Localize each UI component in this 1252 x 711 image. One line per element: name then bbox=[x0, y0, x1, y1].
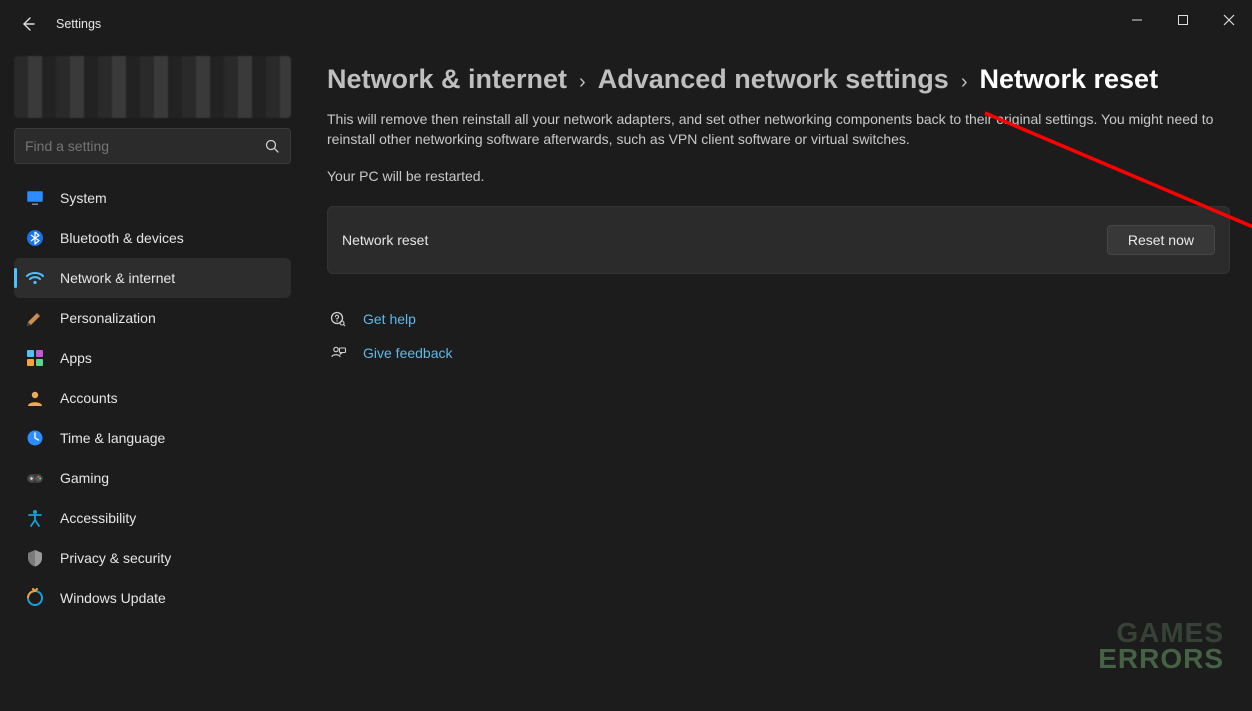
network-reset-card: Network reset Reset now bbox=[327, 206, 1230, 274]
personalization-icon bbox=[24, 307, 46, 329]
give-feedback-row: Give feedback bbox=[327, 336, 1230, 370]
breadcrumb-advanced-network-settings[interactable]: Advanced network settings bbox=[598, 64, 949, 95]
watermark-line1: GAMES bbox=[1098, 620, 1224, 647]
sidebar-item-system[interactable]: System bbox=[14, 178, 291, 218]
sidebar-item-label: Apps bbox=[60, 350, 283, 366]
sidebar-item-time-language[interactable]: Time & language bbox=[14, 418, 291, 458]
user-profile[interactable] bbox=[14, 56, 291, 118]
chevron-right-icon: › bbox=[955, 71, 974, 94]
minimize-icon bbox=[1131, 14, 1143, 26]
window-controls bbox=[1114, 0, 1252, 40]
sidebar-item-label: Privacy & security bbox=[60, 550, 283, 566]
maximize-button[interactable] bbox=[1160, 4, 1206, 36]
sidebar-item-label: Network & internet bbox=[60, 270, 283, 286]
maximize-icon bbox=[1177, 14, 1189, 26]
reset-now-button[interactable]: Reset now bbox=[1107, 225, 1215, 255]
back-button[interactable] bbox=[12, 8, 44, 40]
help-icon bbox=[327, 308, 349, 330]
accessibility-icon bbox=[24, 507, 46, 529]
card-title: Network reset bbox=[342, 232, 1107, 248]
breadcrumb: Network & internet › Advanced network se… bbox=[327, 64, 1230, 95]
sidebar-item-accessibility[interactable]: Accessibility bbox=[14, 498, 291, 538]
description-text: This will remove then reinstall all your… bbox=[327, 109, 1227, 150]
sidebar-item-gaming[interactable]: Gaming bbox=[14, 458, 291, 498]
breadcrumb-network-internet[interactable]: Network & internet bbox=[327, 64, 567, 95]
watermark: GAMES ERRORS bbox=[1098, 620, 1224, 673]
privacy-icon bbox=[24, 547, 46, 569]
get-help-row: Get help bbox=[327, 302, 1230, 336]
help-links: Get help Give feedback bbox=[327, 302, 1230, 370]
nav-list: System Bluetooth & devices Network & int… bbox=[8, 178, 297, 618]
sidebar-item-accounts[interactable]: Accounts bbox=[14, 378, 291, 418]
sidebar-item-label: Time & language bbox=[60, 430, 283, 446]
wifi-icon bbox=[24, 267, 46, 289]
minimize-button[interactable] bbox=[1114, 4, 1160, 36]
settings-window: Settings bbox=[0, 0, 1252, 711]
sidebar-item-windows-update[interactable]: Windows Update bbox=[14, 578, 291, 618]
system-icon bbox=[24, 187, 46, 209]
close-button[interactable] bbox=[1206, 4, 1252, 36]
restart-note: Your PC will be restarted. bbox=[327, 168, 1230, 184]
search-icon bbox=[264, 138, 280, 154]
close-icon bbox=[1223, 14, 1235, 26]
sidebar-item-label: Bluetooth & devices bbox=[60, 230, 283, 246]
app-title: Settings bbox=[56, 17, 101, 31]
chevron-right-icon: › bbox=[573, 71, 592, 94]
titlebar: Settings bbox=[0, 0, 1252, 48]
sidebar-item-label: Personalization bbox=[60, 310, 283, 326]
give-feedback-link[interactable]: Give feedback bbox=[363, 345, 453, 361]
sidebar-item-bluetooth[interactable]: Bluetooth & devices bbox=[14, 218, 291, 258]
sidebar-item-label: System bbox=[60, 190, 283, 206]
feedback-icon bbox=[327, 342, 349, 364]
update-icon bbox=[24, 587, 46, 609]
sidebar-item-apps[interactable]: Apps bbox=[14, 338, 291, 378]
sidebar-item-label: Accounts bbox=[60, 390, 283, 406]
search-input[interactable] bbox=[25, 138, 264, 154]
bluetooth-icon bbox=[24, 227, 46, 249]
search-box[interactable] bbox=[14, 128, 291, 164]
sidebar-item-personalization[interactable]: Personalization bbox=[14, 298, 291, 338]
time-icon bbox=[24, 427, 46, 449]
sidebar-item-privacy[interactable]: Privacy & security bbox=[14, 538, 291, 578]
watermark-line2: ERRORS bbox=[1098, 646, 1224, 673]
gaming-icon bbox=[24, 467, 46, 489]
sidebar-item-label: Accessibility bbox=[60, 510, 283, 526]
main-content: Network & internet › Advanced network se… bbox=[305, 48, 1252, 711]
sidebar-item-network[interactable]: Network & internet bbox=[14, 258, 291, 298]
get-help-link[interactable]: Get help bbox=[363, 311, 416, 327]
accounts-icon bbox=[24, 387, 46, 409]
sidebar-item-label: Gaming bbox=[60, 470, 283, 486]
page-title: Network reset bbox=[979, 64, 1158, 95]
sidebar: System Bluetooth & devices Network & int… bbox=[0, 48, 305, 711]
apps-icon bbox=[24, 347, 46, 369]
sidebar-item-label: Windows Update bbox=[60, 590, 283, 606]
back-arrow-icon bbox=[20, 16, 36, 32]
